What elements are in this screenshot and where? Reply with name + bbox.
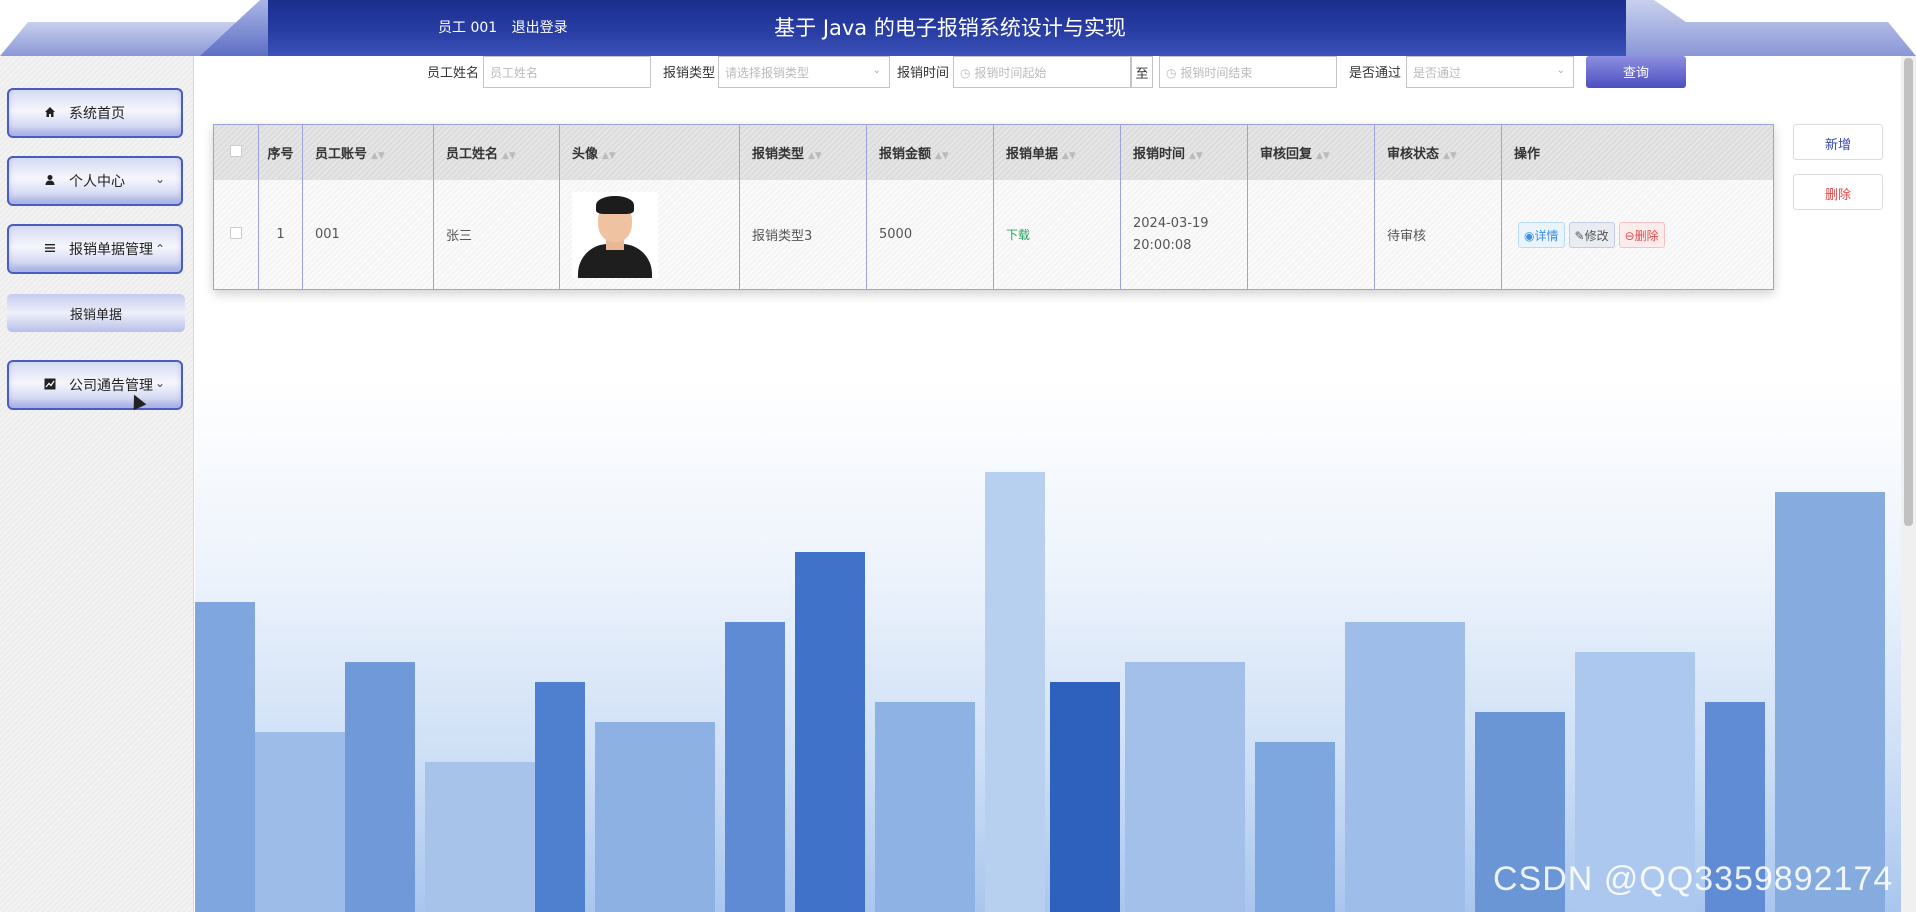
time-end-input[interactable]: ◷ 报销时间结束 (1159, 56, 1337, 88)
col-status[interactable]: 审核状态 ▲▼ (1374, 125, 1502, 180)
chart-icon (41, 378, 59, 393)
city-skyline-background (195, 376, 1901, 912)
col-avatar[interactable]: 头像 ▲▼ (559, 125, 740, 180)
col-index: 序号 (258, 125, 303, 180)
sort-icon: ▲▼ (1443, 151, 1457, 161)
sort-icon: ▲▼ (1316, 151, 1330, 161)
sidebar-item-label: 个人中心 (69, 174, 125, 190)
expense-type-select[interactable]: 请选择报销类型 ⌄ (718, 56, 890, 88)
cell-amount: 5000 (866, 180, 994, 289)
chevron-down-icon: ⌄ (872, 65, 881, 76)
delete-row-button[interactable]: ⊖删除 (1618, 221, 1665, 248)
download-link[interactable]: 下载 (1006, 228, 1030, 242)
sort-icon: ▲▼ (808, 151, 822, 161)
watermark: CSDN @QQ3359892174 (1493, 860, 1894, 898)
sidebar-item-home[interactable]: 系统首页 (7, 88, 183, 138)
row-checkbox[interactable] (230, 226, 242, 239)
cell-name: 张三 (433, 180, 560, 289)
table-row: 1 001 张三 报销类型3 5000 下载 2024-03-19 20:00:… (214, 180, 1773, 289)
logout-link[interactable]: 退出登录 (512, 20, 568, 36)
table-header-row: 序号 员工账号 ▲▼ 员工姓名 ▲▼ 头像 ▲▼ 报销类型 ▲▼ 报销金额 ▲▼ 报销单据… (214, 125, 1773, 180)
scrollbar-thumb[interactable] (1904, 58, 1913, 526)
sidebar-item-profile[interactable]: 个人中心 ⌄ (7, 156, 183, 206)
sidebar: 系统首页 个人中心 ⌄ 报销单据管理 ⌃ 报销单据 公司通告管理 ⌄ (0, 56, 194, 912)
time-start-placeholder: 报销时间起始 (974, 66, 1047, 80)
sidebar-item-label: 报销单据管理 (69, 242, 153, 258)
sort-icon: ▲▼ (1062, 151, 1076, 161)
range-separator: 至 (1131, 56, 1153, 88)
col-amount[interactable]: 报销金额 ▲▼ (866, 125, 994, 180)
sort-icon: ▲▼ (371, 151, 385, 161)
vertical-scrollbar[interactable] (1901, 56, 1916, 912)
cell-actions: ◉详情 ✎修改 ⊖删除 (1501, 180, 1773, 289)
user-icon (41, 174, 59, 189)
detail-button[interactable]: ◉详情 (1518, 221, 1565, 248)
time-start-input[interactable]: ◷ 报销时间起始 (953, 56, 1131, 88)
query-button[interactable]: 查询 (1586, 56, 1686, 88)
batch-delete-button[interactable]: 删除 (1793, 174, 1883, 210)
sort-icon: ▲▼ (935, 151, 949, 161)
col-name[interactable]: 员工姓名 ▲▼ (433, 125, 560, 180)
cell-status: 待审核 (1374, 180, 1502, 289)
name-label: 员工姓名 (427, 66, 480, 81)
select-all-checkbox[interactable] (230, 144, 242, 157)
clock-icon: ◷ (960, 66, 971, 80)
minus-circle-icon: ⊖ (1624, 228, 1635, 243)
expense-table: 序号 员工账号 ▲▼ 员工姓名 ▲▼ 头像 ▲▼ 报销类型 ▲▼ 报销金额 ▲▼ 报销单据… (213, 124, 1774, 290)
employee-name-input[interactable]: 员工姓名 (483, 56, 651, 88)
col-time[interactable]: 报销时间 ▲▼ (1120, 125, 1248, 180)
sort-icon: ▲▼ (502, 151, 516, 161)
sort-icon: ▲▼ (602, 151, 616, 161)
avatar[interactable] (572, 191, 658, 278)
sort-icon: ▲▼ (1189, 151, 1203, 161)
pass-select[interactable]: 是否通过 ⌄ (1406, 56, 1574, 88)
time-end-placeholder: 报销时间结束 (1180, 66, 1253, 80)
col-reply[interactable]: 审核回复 ▲▼ (1247, 125, 1375, 180)
main-content: 员工姓名 员工姓名 报销类型 请选择报销类型 ⌄ 报销时间 ◷ 报销时间起始 至… (195, 56, 1901, 912)
chevron-down-icon: ⌄ (1556, 65, 1565, 76)
cell-time: 2024-03-19 20:00:08 (1120, 180, 1248, 289)
header-right-decoration (1626, 0, 1916, 56)
edit-button[interactable]: ✎修改 (1568, 221, 1615, 248)
edit-icon: ✎ (1574, 228, 1585, 243)
pass-placeholder: 是否通过 (1413, 66, 1462, 80)
list-icon (41, 242, 59, 257)
app-title: 基于 Java 的电子报销系统设计与实现 (774, 16, 1126, 40)
top-header: 员工 001 退出登录 基于 Java 的电子报销系统设计与实现 (0, 0, 1916, 56)
chevron-down-icon: ⌄ (154, 172, 165, 186)
chevron-up-icon: ⌃ (154, 242, 165, 256)
sidebar-item-expense-management[interactable]: 报销单据管理 ⌃ (7, 224, 183, 274)
sidebar-item-label: 系统首页 (69, 106, 125, 122)
current-user: 员工 001 (438, 20, 498, 36)
add-button[interactable]: 新增 (1793, 124, 1883, 160)
eye-icon: ◉ (1524, 228, 1535, 243)
select-all-cell (214, 125, 259, 180)
pass-label: 是否通过 (1349, 66, 1402, 81)
chevron-down-icon: ⌄ (154, 376, 165, 390)
home-icon (41, 106, 59, 121)
col-type[interactable]: 报销类型 ▲▼ (739, 125, 867, 180)
cell-index: 1 (258, 180, 303, 289)
search-bar: 员工姓名 员工姓名 报销类型 请选择报销类型 ⌄ 报销时间 ◷ 报销时间起始 至… (195, 56, 1901, 96)
col-actions: 操作 (1501, 125, 1773, 180)
col-account[interactable]: 员工账号 ▲▼ (302, 125, 434, 180)
row-select-cell (214, 180, 259, 289)
expense-type-placeholder: 请选择报销类型 (725, 66, 810, 80)
col-document[interactable]: 报销单据 ▲▼ (993, 125, 1121, 180)
time-label: 报销时间 (897, 66, 950, 81)
header-user-area: 员工 001 退出登录 (438, 17, 578, 37)
cell-type: 报销类型3 (739, 180, 867, 289)
clock-icon: ◷ (1166, 66, 1177, 80)
cell-account: 001 (302, 180, 434, 289)
cell-reply (1247, 180, 1375, 289)
sidebar-item-announcements[interactable]: 公司通告管理 ⌄ (7, 360, 183, 410)
cell-document: 下载 (993, 180, 1121, 289)
sidebar-subitem-expense-docs[interactable]: 报销单据 (7, 294, 185, 332)
cell-avatar (559, 180, 740, 289)
type-label: 报销类型 (663, 66, 716, 81)
